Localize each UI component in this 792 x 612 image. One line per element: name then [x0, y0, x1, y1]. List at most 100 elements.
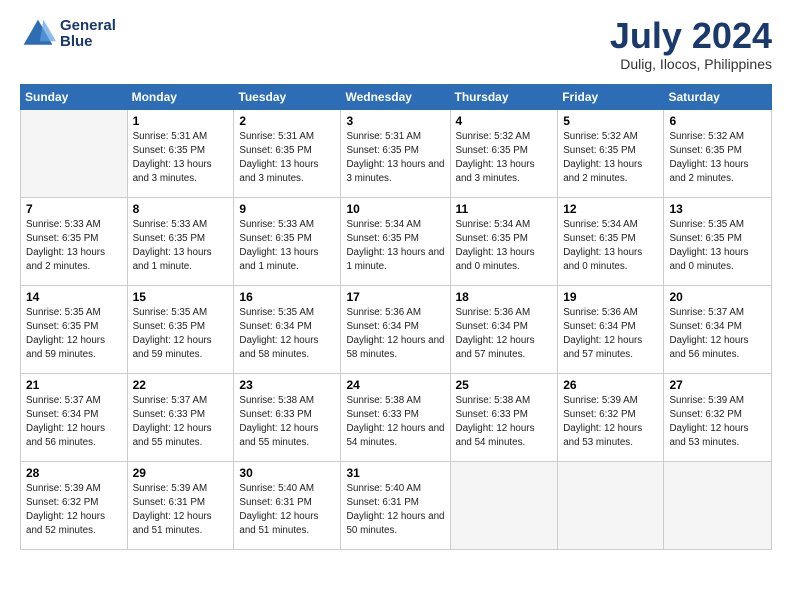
- day-info: Sunrise: 5:38 AM Sunset: 6:33 PM Dayligh…: [346, 394, 444, 451]
- col-header-monday: Monday: [127, 84, 234, 109]
- day-number: 18: [456, 290, 553, 304]
- calendar-cell: 31 Sunrise: 5:40 AM Sunset: 6:31 PM Dayli…: [341, 461, 450, 549]
- day-info: Sunrise: 5:32 AM Sunset: 6:35 PM Dayligh…: [669, 130, 766, 187]
- day-info: Sunrise: 5:35 AM Sunset: 6:34 PM Dayligh…: [239, 306, 335, 363]
- day-number: 30: [239, 466, 335, 480]
- calendar-cell: 10 Sunrise: 5:34 AM Sunset: 6:35 PM Dayli…: [341, 197, 450, 285]
- col-header-thursday: Thursday: [450, 84, 558, 109]
- day-number: 12: [563, 202, 658, 216]
- location: Dulig, Ilocos, Philippines: [610, 56, 772, 72]
- header: General Blue July 2024 Dulig, Ilocos, Ph…: [20, 16, 772, 72]
- day-number: 9: [239, 202, 335, 216]
- calendar-cell: [21, 109, 128, 197]
- day-info: Sunrise: 5:35 AM Sunset: 6:35 PM Dayligh…: [133, 306, 229, 363]
- logo-line2: Blue: [60, 34, 116, 51]
- day-info: Sunrise: 5:33 AM Sunset: 6:35 PM Dayligh…: [239, 218, 335, 275]
- day-info: Sunrise: 5:36 AM Sunset: 6:34 PM Dayligh…: [346, 306, 444, 363]
- calendar-cell: 2 Sunrise: 5:31 AM Sunset: 6:35 PM Daylig…: [234, 109, 341, 197]
- page: General Blue July 2024 Dulig, Ilocos, Ph…: [0, 0, 792, 612]
- calendar-cell: 15 Sunrise: 5:35 AM Sunset: 6:35 PM Dayli…: [127, 285, 234, 373]
- calendar-cell: 3 Sunrise: 5:31 AM Sunset: 6:35 PM Daylig…: [341, 109, 450, 197]
- month-title: July 2024: [610, 16, 772, 56]
- day-number: 31: [346, 466, 444, 480]
- week-row-1: 1 Sunrise: 5:31 AM Sunset: 6:35 PM Daylig…: [21, 109, 772, 197]
- day-number: 28: [26, 466, 122, 480]
- day-number: 2: [239, 114, 335, 128]
- col-header-friday: Friday: [558, 84, 664, 109]
- calendar-cell: 25 Sunrise: 5:38 AM Sunset: 6:33 PM Dayli…: [450, 373, 558, 461]
- calendar-cell: 8 Sunrise: 5:33 AM Sunset: 6:35 PM Daylig…: [127, 197, 234, 285]
- calendar-cell: 22Sunrise: 5:37 AM Sunset: 6:33 PM Dayli…: [127, 373, 234, 461]
- day-info: Sunrise: 5:37 AM Sunset: 6:34 PM Dayligh…: [669, 306, 766, 363]
- day-info: Sunrise: 5:31 AM Sunset: 6:35 PM Dayligh…: [239, 130, 335, 187]
- day-info: Sunrise: 5:31 AM Sunset: 6:35 PM Dayligh…: [133, 130, 229, 187]
- calendar-cell: 7 Sunrise: 5:33 AM Sunset: 6:35 PM Daylig…: [21, 197, 128, 285]
- day-info: Sunrise: 5:40 AM Sunset: 6:31 PM Dayligh…: [346, 482, 444, 539]
- calendar-cell: [664, 461, 772, 549]
- day-number: 3: [346, 114, 444, 128]
- day-info: Sunrise: 5:33 AM Sunset: 6:35 PM Dayligh…: [26, 218, 122, 275]
- day-number: 13: [669, 202, 766, 216]
- calendar-cell: 24 Sunrise: 5:38 AM Sunset: 6:33 PM Dayli…: [341, 373, 450, 461]
- day-info: Sunrise: 5:34 AM Sunset: 6:35 PM Dayligh…: [346, 218, 444, 275]
- day-number: 17: [346, 290, 444, 304]
- title-block: July 2024 Dulig, Ilocos, Philippines: [610, 16, 772, 72]
- week-row-5: 28 Sunrise: 5:39 AM Sunset: 6:32 PM Dayli…: [21, 461, 772, 549]
- day-info: Sunrise: 5:38 AM Sunset: 6:33 PM Dayligh…: [239, 394, 335, 451]
- day-number: 11: [456, 202, 553, 216]
- calendar-cell: 14Sunrise: 5:35 AM Sunset: 6:35 PM Dayli…: [21, 285, 128, 373]
- day-info: Sunrise: 5:37 AM Sunset: 6:34 PM Dayligh…: [26, 394, 122, 451]
- day-info: Sunrise: 5:35 AM Sunset: 6:35 PM Dayligh…: [669, 218, 766, 275]
- day-number: 24: [346, 378, 444, 392]
- day-info: Sunrise: 5:37 AM Sunset: 6:33 PM Dayligh…: [133, 394, 229, 451]
- logo-text: General Blue: [60, 18, 116, 51]
- day-number: 29: [133, 466, 229, 480]
- calendar-cell: 21Sunrise: 5:37 AM Sunset: 6:34 PM Dayli…: [21, 373, 128, 461]
- day-info: Sunrise: 5:39 AM Sunset: 6:31 PM Dayligh…: [133, 482, 229, 539]
- day-number: 8: [133, 202, 229, 216]
- day-info: Sunrise: 5:36 AM Sunset: 6:34 PM Dayligh…: [563, 306, 658, 363]
- day-info: Sunrise: 5:32 AM Sunset: 6:35 PM Dayligh…: [456, 130, 553, 187]
- day-number: 16: [239, 290, 335, 304]
- day-number: 14: [26, 290, 122, 304]
- calendar-cell: 23 Sunrise: 5:38 AM Sunset: 6:33 PM Dayli…: [234, 373, 341, 461]
- day-info: Sunrise: 5:34 AM Sunset: 6:35 PM Dayligh…: [563, 218, 658, 275]
- week-row-3: 14 Sunrise: 5:35 AM Sunset: 6:35 PM Dayli…: [21, 285, 772, 373]
- day-info: Sunrise: 5:36 AM Sunset: 6:34 PM Dayligh…: [456, 306, 553, 363]
- day-number: 7: [26, 202, 122, 216]
- calendar-cell: 9 Sunrise: 5:33 AM Sunset: 6:35 PM Daylig…: [234, 197, 341, 285]
- day-info: Sunrise: 5:31 AM Sunset: 6:35 PM Dayligh…: [346, 130, 444, 187]
- calendar-cell: 11 Sunrise: 5:34 AM Sunset: 6:35 PM Dayli…: [450, 197, 558, 285]
- day-info: Sunrise: 5:40 AM Sunset: 6:31 PM Dayligh…: [239, 482, 335, 539]
- calendar-cell: 5 Sunrise: 5:32 AM Sunset: 6:35 PM Daylig…: [558, 109, 664, 197]
- day-info: Sunrise: 5:32 AM Sunset: 6:35 PM Dayligh…: [563, 130, 658, 187]
- day-info: Sunrise: 5:39 AM Sunset: 6:32 PM Dayligh…: [26, 482, 122, 539]
- calendar-cell: 20Sunrise: 5:37 AM Sunset: 6:34 PM Dayli…: [664, 285, 772, 373]
- week-row-2: 7 Sunrise: 5:33 AM Sunset: 6:35 PM Daylig…: [21, 197, 772, 285]
- col-header-tuesday: Tuesday: [234, 84, 341, 109]
- day-info: Sunrise: 5:33 AM Sunset: 6:35 PM Dayligh…: [133, 218, 229, 275]
- calendar-cell: [558, 461, 664, 549]
- day-info: Sunrise: 5:34 AM Sunset: 6:35 PM Dayligh…: [456, 218, 553, 275]
- day-number: 5: [563, 114, 658, 128]
- day-number: 1: [133, 114, 229, 128]
- calendar-cell: 19 Sunrise: 5:36 AM Sunset: 6:34 PM Dayli…: [558, 285, 664, 373]
- calendar-cell: 4Sunrise: 5:32 AM Sunset: 6:35 PM Daylig…: [450, 109, 558, 197]
- calendar-cell: 6 Sunrise: 5:32 AM Sunset: 6:35 PM Daylig…: [664, 109, 772, 197]
- day-number: 19: [563, 290, 658, 304]
- calendar-cell: 29 Sunrise: 5:39 AM Sunset: 6:31 PM Dayli…: [127, 461, 234, 549]
- day-info: Sunrise: 5:39 AM Sunset: 6:32 PM Dayligh…: [669, 394, 766, 451]
- calendar-cell: 12 Sunrise: 5:34 AM Sunset: 6:35 PM Dayli…: [558, 197, 664, 285]
- calendar-cell: 17 Sunrise: 5:36 AM Sunset: 6:34 PM Dayli…: [341, 285, 450, 373]
- col-header-saturday: Saturday: [664, 84, 772, 109]
- logo-icon: [20, 16, 56, 52]
- calendar-cell: 26Sunrise: 5:39 AM Sunset: 6:32 PM Dayli…: [558, 373, 664, 461]
- day-number: 23: [239, 378, 335, 392]
- day-number: 10: [346, 202, 444, 216]
- calendar-cell: 30 Sunrise: 5:40 AM Sunset: 6:31 PM Dayli…: [234, 461, 341, 549]
- day-info: Sunrise: 5:38 AM Sunset: 6:33 PM Dayligh…: [456, 394, 553, 451]
- day-number: 6: [669, 114, 766, 128]
- calendar-cell: 1 Sunrise: 5:31 AM Sunset: 6:35 PM Daylig…: [127, 109, 234, 197]
- day-number: 25: [456, 378, 553, 392]
- day-number: 15: [133, 290, 229, 304]
